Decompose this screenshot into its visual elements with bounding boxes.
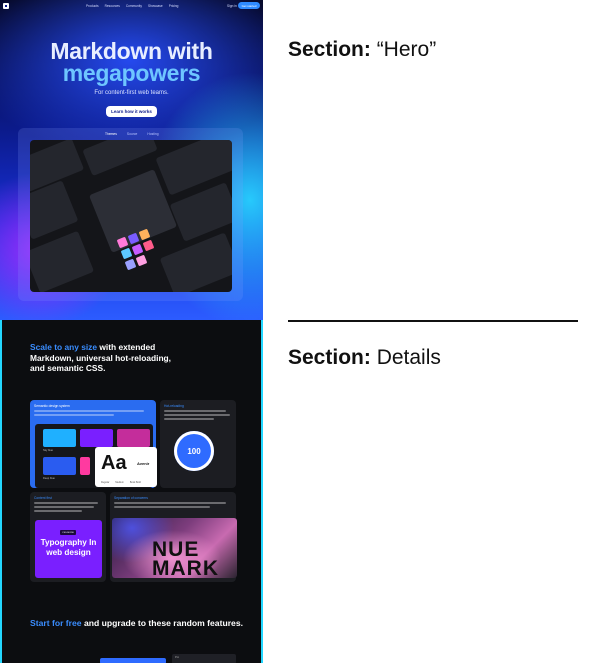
card-text-line [34,410,144,412]
section-divider [288,320,578,322]
swatch-label: Sky blue [43,449,53,452]
mockup-card [30,230,95,292]
section-name: “Hero” [376,38,437,61]
learn-how-button[interactable]: Learn how it works [106,106,157,117]
card-text-line [164,418,214,420]
card-text-line [164,410,226,412]
typography-text: Typography In web design [40,538,97,557]
nav-link-resources[interactable]: Resources [105,4,120,8]
card-title: Semantic design system [34,404,70,408]
section-details-label: Section: Details [288,346,441,370]
score-badge: 100 [174,431,214,471]
mockup-tile [120,247,133,260]
hero-title-line-2: megapowers [62,60,201,86]
start-rest: and upgrade to these random features. [83,618,243,628]
mockup-card [82,140,158,177]
swatch-deep-blue [43,457,76,475]
logo-icon[interactable] [3,3,9,9]
card-title: Content first [34,496,52,500]
section-hero-label: Section: “Hero” [288,38,436,62]
card-text-line [34,510,82,512]
weight-bold: Book Bold [129,481,141,484]
pricing-card-edge [100,658,166,663]
mockup-tile [131,243,144,256]
app-mockup-image [30,140,232,292]
swatch-label: Deep blue [43,477,55,480]
website-screenshot: Products Resources Community Showcase Pr… [0,0,263,663]
hero-subtitle: For content-first web teams. [94,90,169,96]
typography-card: Aa Avenir Regular Medium Book Bold [95,447,157,487]
hero-section: Products Resources Community Showcase Pr… [0,0,263,320]
swatch-sky-blue [43,429,76,447]
section-name: Details [376,346,441,369]
card-text-line [34,506,94,508]
nue-mark-text: NUE MARK [152,539,219,578]
card-title: Separation of concerns [114,496,148,500]
details-section: Scale to any size with extended Markdown… [0,320,263,663]
section-prefix: Section: [288,38,371,61]
swatch-magenta [117,429,150,447]
nav-link-pricing[interactable]: Pricing [169,4,179,8]
top-nav: Products Resources Community Showcase Pr… [0,0,263,12]
nav-links: Products Resources Community Showcase Pr… [86,4,178,8]
pricing-card-pro: Pro [172,654,236,663]
mockup-tile [142,239,155,252]
type-sample: Aa [101,452,127,474]
mockup-card [30,180,79,240]
gradient-artwork: NUE MARK [112,518,237,578]
section-prefix: Section: [288,346,371,369]
details-headline: Scale to any size with extended Markdown… [30,342,180,374]
swatch-pink [80,457,90,475]
card-text-line [114,502,226,504]
weight-regular: Regular [101,481,110,484]
tab-hosting[interactable]: Hosting [147,132,158,136]
weight-medium: Medium [115,481,124,484]
nav-link-community[interactable]: Community [126,4,142,8]
css-mode-tag: CSS MODE [60,530,76,535]
page: Products Resources Community Showcase Pr… [0,0,602,663]
card-text-line [34,502,98,504]
nue-text-line-2: MARK [152,557,219,578]
tab-source[interactable]: Source [127,132,137,136]
mockup-card [159,232,232,292]
font-weights: Regular Medium Book Bold [101,481,141,484]
card-text-line [114,506,210,508]
typography-poster: CSS MODE Typography In web design [35,520,102,578]
headline-highlight: Scale to any size [30,342,98,352]
start-free-headline: Start for free and upgrade to these rand… [30,618,243,629]
tab-themes[interactable]: Themes [105,132,117,136]
font-name: Avenir [137,461,150,466]
sign-in-link[interactable]: Sign in [227,4,237,8]
hero-tabs: Themes Source Hosting [105,132,159,136]
mockup-tile [124,258,137,271]
card-text-line [34,414,114,416]
swatch-purple [80,429,113,447]
hero-title-line-1: Markdown with [50,38,213,64]
nav-link-products[interactable]: Products [86,4,99,8]
mockup-tile [135,254,148,267]
nav-link-showcase[interactable]: Showcase [148,4,163,8]
card-title: Hot-reloading [164,404,184,408]
get-started-button[interactable]: Get started [238,2,260,9]
card-text-line [164,414,230,416]
start-highlight: Start for free [30,618,82,628]
